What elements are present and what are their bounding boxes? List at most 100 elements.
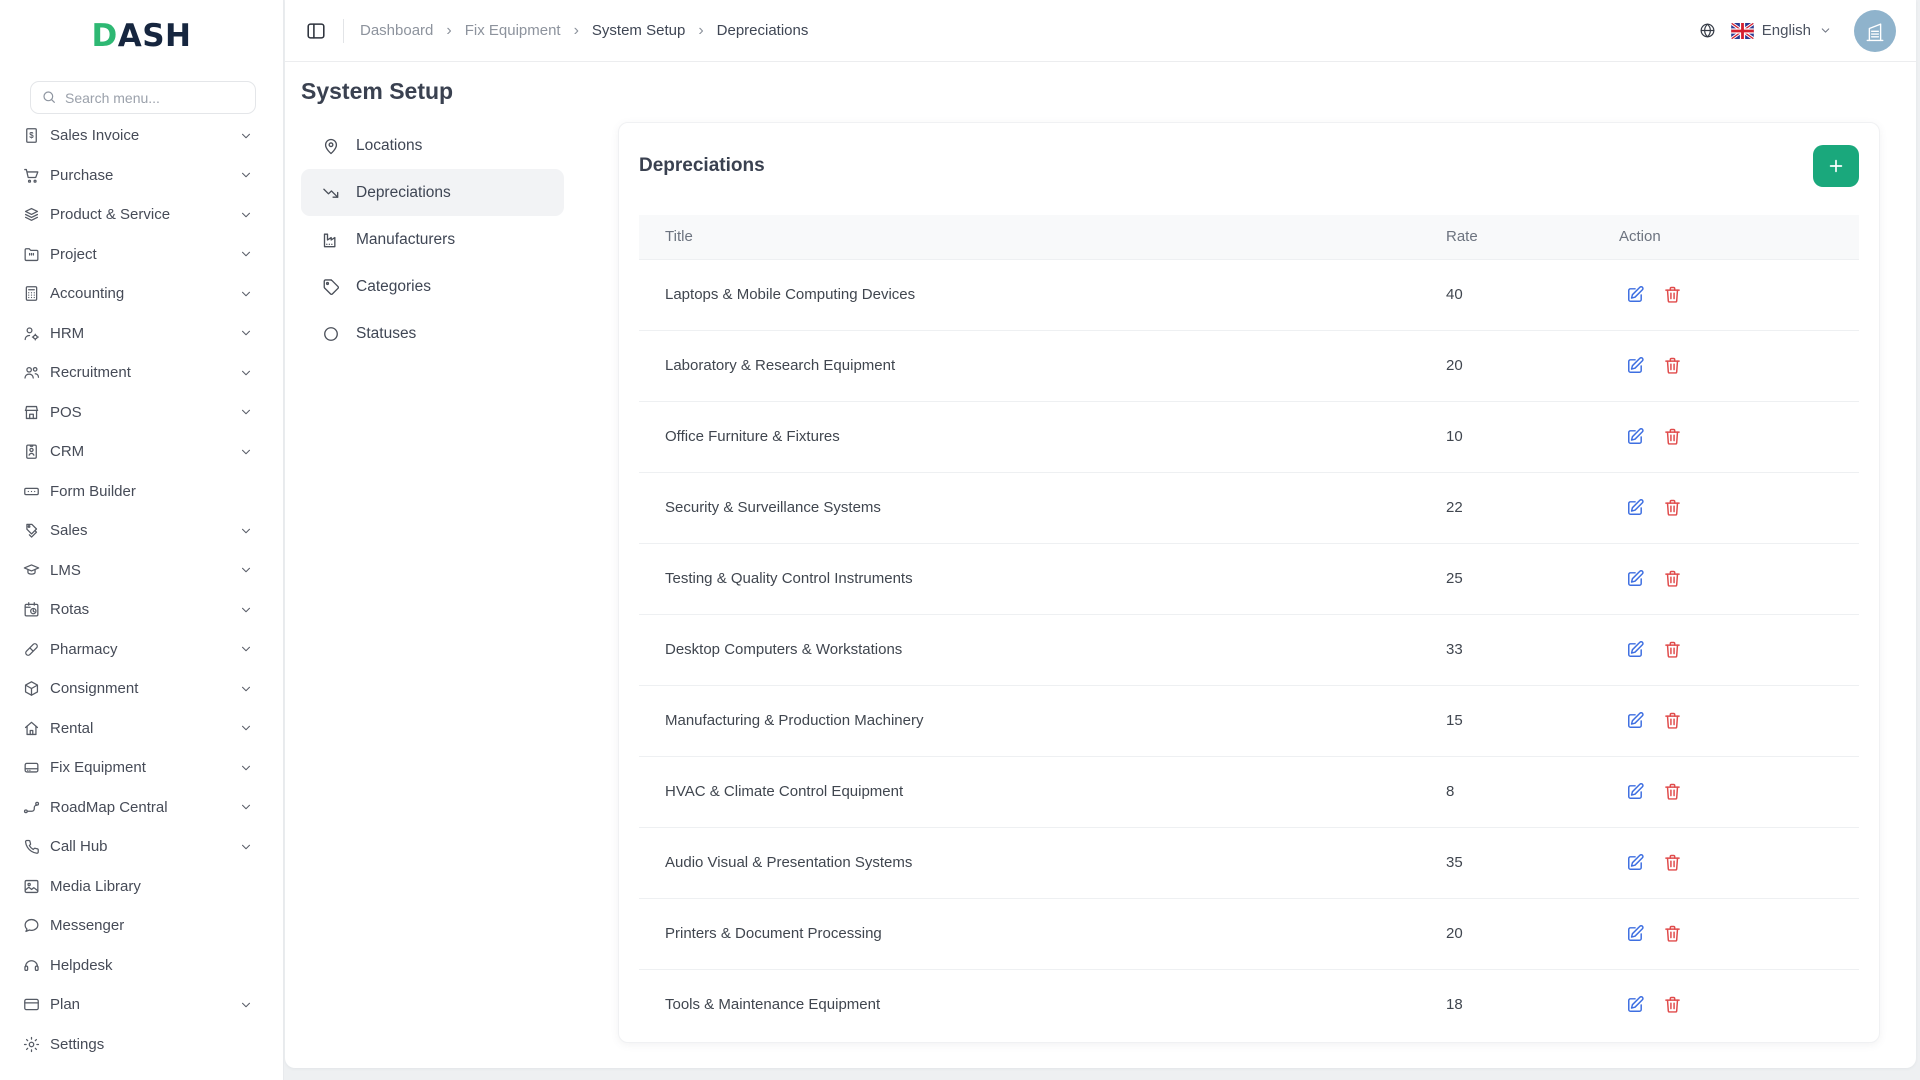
breadcrumb: Dashboard›Fix Equipment›System Setup›Dep… [360, 22, 808, 39]
logo-text: ASH [118, 18, 192, 54]
sidebar-item-plan[interactable]: Plan [16, 985, 267, 1025]
sidebar-item-helpdesk[interactable]: Helpdesk [16, 946, 267, 986]
form-icon [22, 482, 41, 501]
avatar[interactable] [1854, 10, 1896, 52]
edit-button[interactable] [1625, 994, 1647, 1016]
circle-icon [321, 324, 341, 344]
table-header-row: Title Rate Action [639, 215, 1859, 259]
sidebar-item-form-builder[interactable]: Form Builder [16, 472, 267, 512]
chevron-down-icon [239, 287, 253, 301]
edit-button[interactable] [1625, 852, 1647, 874]
table-row: Tools & Maintenance Equipment 18 [639, 969, 1859, 1040]
chevron-down-icon [239, 445, 253, 459]
edit-icon [1625, 639, 1647, 660]
sidebar-item-sales-invoice[interactable]: $ Sales Invoice [16, 116, 267, 156]
depreciations-table: Title Rate Action Laptops & Mobile Compu… [639, 215, 1859, 1040]
sidebar-item-accounting[interactable]: Accounting [16, 274, 267, 314]
chevron-down-icon [239, 208, 253, 222]
layers-icon [22, 205, 41, 224]
cart-icon [22, 166, 41, 185]
page: System Setup Locations Depreciations Man… [285, 62, 1916, 1068]
folder-icon [22, 245, 41, 264]
sidebar-toggle-icon[interactable] [303, 18, 329, 44]
id-badge-icon [22, 442, 41, 461]
sidebar-item-rotas[interactable]: Rotas [16, 590, 267, 630]
delete-button[interactable] [1662, 284, 1684, 306]
sidebar-item-project[interactable]: Project [16, 235, 267, 275]
map-pin-icon [321, 136, 341, 156]
table-row: Security & Surveillance Systems 22 [639, 472, 1859, 543]
chevron-down-icon [239, 366, 253, 380]
sidebar-item-consignment[interactable]: Consignment [16, 669, 267, 709]
sidebar-item-product-service[interactable]: Product & Service [16, 195, 267, 235]
chevron-down-icon [239, 168, 253, 182]
sidebar-item-sales[interactable]: Sales [16, 511, 267, 551]
delete-button[interactable] [1662, 639, 1684, 661]
delete-button[interactable] [1662, 568, 1684, 590]
delete-button[interactable] [1662, 994, 1684, 1016]
sidebar-item-fix-equipment[interactable]: Fix Equipment [16, 748, 267, 788]
edit-button[interactable] [1625, 355, 1647, 377]
sidebar-item-rental[interactable]: Rental [16, 709, 267, 749]
tab-statuses[interactable]: Statuses [301, 310, 564, 357]
edit-button[interactable] [1625, 497, 1647, 519]
chevron-down-icon [239, 800, 253, 814]
chevron-down-icon [239, 524, 253, 538]
trash-icon [1662, 994, 1684, 1015]
delete-button[interactable] [1662, 355, 1684, 377]
sidebar-item-hrm[interactable]: HRM [16, 314, 267, 354]
breadcrumb-fix-equipment[interactable]: Fix Equipment [465, 22, 561, 39]
edit-button[interactable] [1625, 710, 1647, 732]
svg-text:$: $ [29, 131, 34, 140]
hard-drive-icon [22, 758, 41, 777]
sidebar-item-crm[interactable]: CRM [16, 432, 267, 472]
add-depreciation-button[interactable] [1813, 145, 1859, 187]
edit-button[interactable] [1625, 426, 1647, 448]
sidebar: DASH $ Sales Invoice Purchase Product & … [0, 0, 284, 1080]
sidebar-item-recruitment[interactable]: Recruitment [16, 353, 267, 393]
tab-manufacturers[interactable]: Manufacturers [301, 216, 564, 263]
route-icon [22, 798, 41, 817]
breadcrumb-system-setup[interactable]: System Setup [592, 22, 685, 39]
sidebar-item-lms[interactable]: LMS [16, 551, 267, 591]
delete-button[interactable] [1662, 852, 1684, 874]
delete-button[interactable] [1662, 781, 1684, 803]
gear-icon [22, 1035, 41, 1054]
tab-categories[interactable]: Categories [301, 263, 564, 310]
delete-button[interactable] [1662, 426, 1684, 448]
edit-button[interactable] [1625, 639, 1647, 661]
breadcrumb-dashboard[interactable]: Dashboard [360, 22, 433, 39]
chevron-down-icon [239, 840, 253, 854]
language-selector[interactable]: English [1731, 22, 1832, 39]
tag-icon [321, 277, 341, 297]
delete-button[interactable] [1662, 710, 1684, 732]
trash-icon [1662, 852, 1684, 873]
calendar-clock-icon [22, 600, 41, 619]
sidebar-item-pharmacy[interactable]: Pharmacy [16, 630, 267, 670]
edit-icon [1625, 923, 1647, 944]
sidebar-item-roadmap-central[interactable]: RoadMap Central [16, 788, 267, 828]
chevron-down-icon [239, 405, 253, 419]
edit-button[interactable] [1625, 781, 1647, 803]
edit-button[interactable] [1625, 284, 1647, 306]
edit-button[interactable] [1625, 923, 1647, 945]
chevron-down-icon [239, 682, 253, 696]
chevron-down-icon [239, 642, 253, 656]
sidebar-item-media-library[interactable]: Media Library [16, 867, 267, 907]
sidebar-item-call-hub[interactable]: Call Hub [16, 827, 267, 867]
edit-button[interactable] [1625, 568, 1647, 590]
tab-locations[interactable]: Locations [301, 122, 564, 169]
delete-button[interactable] [1662, 497, 1684, 519]
logo-letter: D [92, 18, 118, 54]
tab-depreciations[interactable]: Depreciations [301, 169, 564, 216]
sidebar-item-settings[interactable]: Settings [16, 1025, 267, 1065]
chevron-down-icon [1819, 24, 1832, 37]
chevron-down-icon [239, 761, 253, 775]
sidebar-item-purchase[interactable]: Purchase [16, 156, 267, 196]
sidebar-item-messenger[interactable]: Messenger [16, 906, 267, 946]
sidebar-item-pos[interactable]: POS [16, 393, 267, 433]
delete-button[interactable] [1662, 923, 1684, 945]
globe-icon[interactable] [1698, 21, 1717, 40]
setup-submenu: Locations Depreciations Manufacturers Ca… [301, 122, 564, 357]
search-input[interactable] [30, 81, 256, 114]
